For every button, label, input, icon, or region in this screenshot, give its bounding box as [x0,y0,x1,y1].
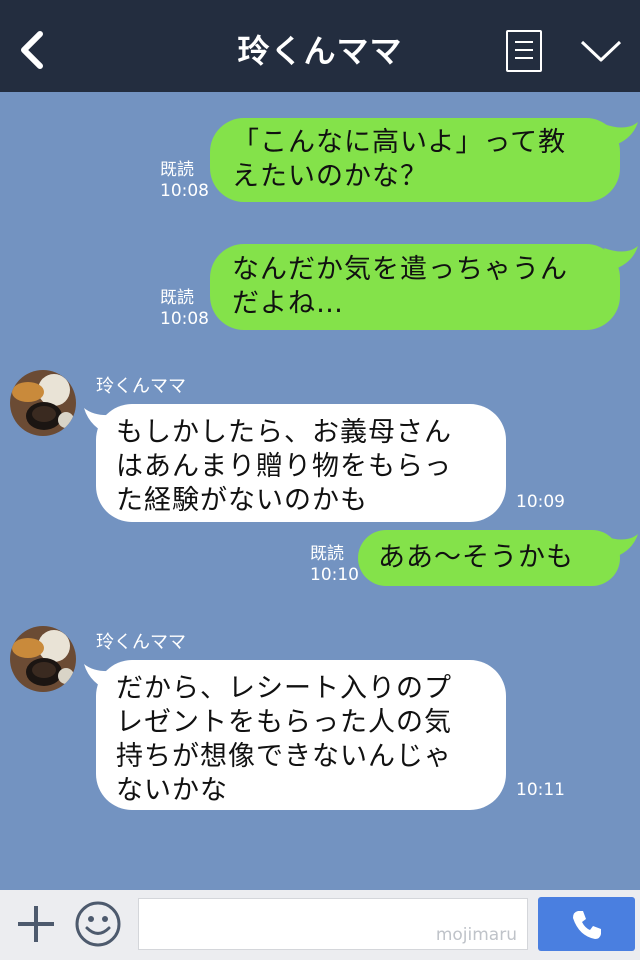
my-message-bubble[interactable]: 「こんなに高いよ」って教 えたいのかな？ [210,118,620,202]
emoji-icon[interactable] [74,900,122,948]
chat-header: 玲くんママ [0,0,640,92]
read-receipt: 既読 10:08 [160,160,209,201]
their-message-bubble[interactable]: だから、レシート入りのプ レゼントをもらった人の気 持ちが想像できないんじゃ ないかな [96,660,506,810]
phone-icon [573,911,601,939]
read-receipt: 既読 10:08 [160,288,209,329]
avatar[interactable] [10,370,76,436]
chat-title: 玲くんママ [237,32,403,70]
collapse-chevron-icon[interactable] [578,36,624,66]
call-button[interactable] [538,897,635,951]
sender-name: 玲くんママ [96,632,186,653]
message-input[interactable]: mojimaru [138,898,528,950]
chat-area[interactable]: 既読 10:08 「こんなに高いよ」って教 えたいのかな？ 既読 10:08 なんだか… [0,92,640,890]
bubble-tail [604,246,638,270]
sender-name: 玲くんママ [96,376,186,397]
avatar[interactable] [10,626,76,692]
bubble-tail [604,534,638,558]
read-receipt: 既読 10:10 [310,544,359,585]
bubble-tail [604,122,638,146]
message-time: 10:11 [516,780,565,800]
input-bar: mojimaru [0,890,640,960]
message-time: 10:09 [516,492,565,512]
plus-icon[interactable] [14,902,58,946]
my-message-bubble[interactable]: ああ〜そうかも [358,530,620,586]
my-message-bubble[interactable]: なんだか気を遣っちゃうん だよね… [210,244,620,330]
their-message-bubble[interactable]: もしかしたら、お義母さん はあんまり贈り物をもらっ た経験がないのかも [96,404,506,522]
menu-list-icon[interactable] [506,30,542,72]
watermark: mojimaru [435,925,517,945]
